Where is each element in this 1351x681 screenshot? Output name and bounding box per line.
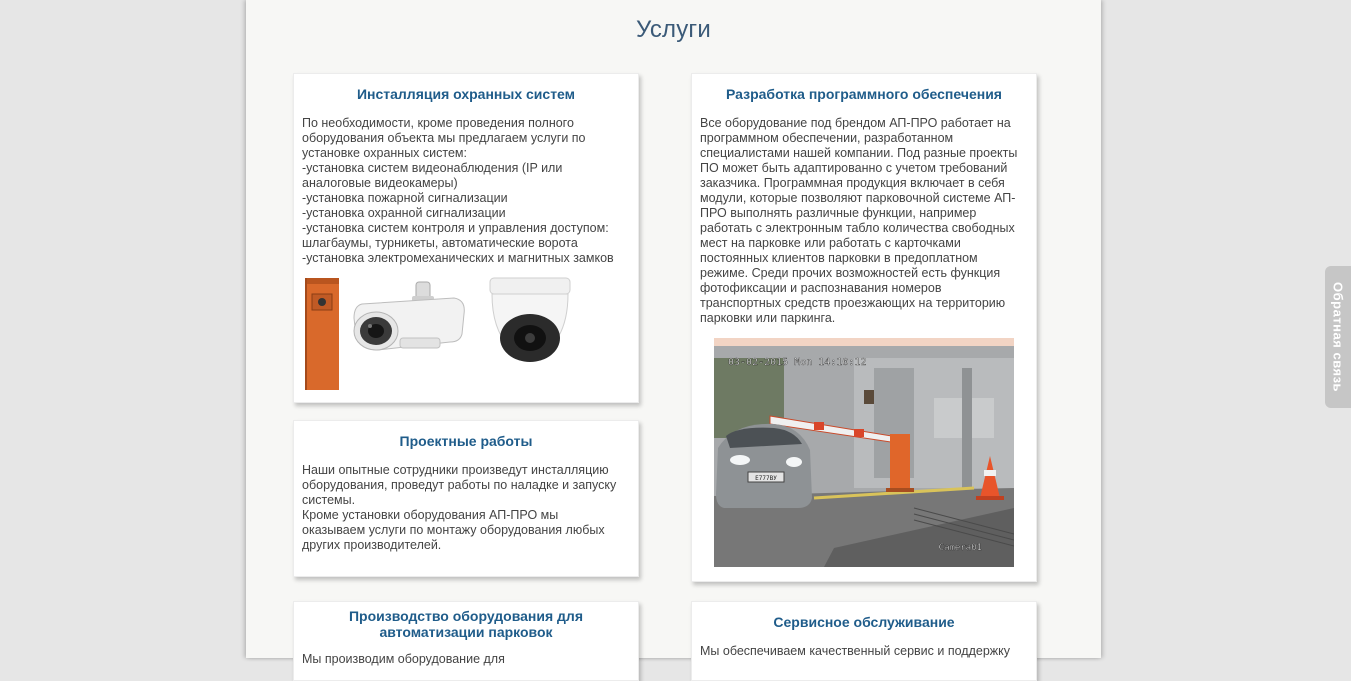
page-title: Услуги: [635, 16, 711, 43]
feedback-tab-label: Обратная связь: [1330, 281, 1346, 393]
card-software-title: Разработка программного обеспечения: [726, 86, 1002, 102]
card-service-title: Сервисное обслуживание: [773, 614, 955, 630]
card-project: Проектные работы Наши опытные сотрудники…: [293, 420, 639, 577]
equipment-image: [305, 277, 571, 390]
cam-plate-text: Е777ВУ: [755, 475, 777, 482]
cam-name: Camera01: [939, 543, 982, 553]
card-software: Разработка программного обеспечения Все …: [691, 73, 1037, 582]
barrier-post-image: [305, 278, 339, 390]
card-software-text: Все оборудование под брендом АП-ПРО рабо…: [700, 116, 1018, 325]
card-service: Сервисное обслуживание Мы обеспечиваем к…: [691, 601, 1037, 681]
parking-camera-snapshot: Е777ВУ 03-02-2015 Mon 14:10:12 Camera01: [714, 338, 1014, 567]
content-page: Услуги Инсталляция охранных систем По не…: [246, 0, 1101, 681]
card-production-title: Производство оборудования для автоматиза…: [348, 608, 583, 640]
card-production-text: Мы производим оборудование для: [302, 652, 505, 666]
card-service-text: Мы обеспечиваем качественный сервис и по…: [700, 644, 1010, 658]
card-install-text: По необходимости, кроме проведения полно…: [302, 116, 614, 265]
cam-timestamp: 03-02-2015 Mon 14:10:12: [728, 357, 866, 368]
card-project-text: Наши опытные сотрудники произведут инста…: [302, 463, 617, 552]
bullet-camera-image: [353, 281, 465, 351]
card-project-title: Проектные работы: [399, 433, 533, 449]
feedback-tab[interactable]: Обратная связь: [1325, 266, 1351, 408]
card-install-title: Инсталляция охранных систем: [356, 86, 576, 102]
card-production: Производство оборудования для автоматиза…: [293, 601, 639, 681]
card-install: Инсталляция охранных систем По необходим…: [293, 73, 639, 403]
dome-camera-image: [489, 277, 571, 362]
